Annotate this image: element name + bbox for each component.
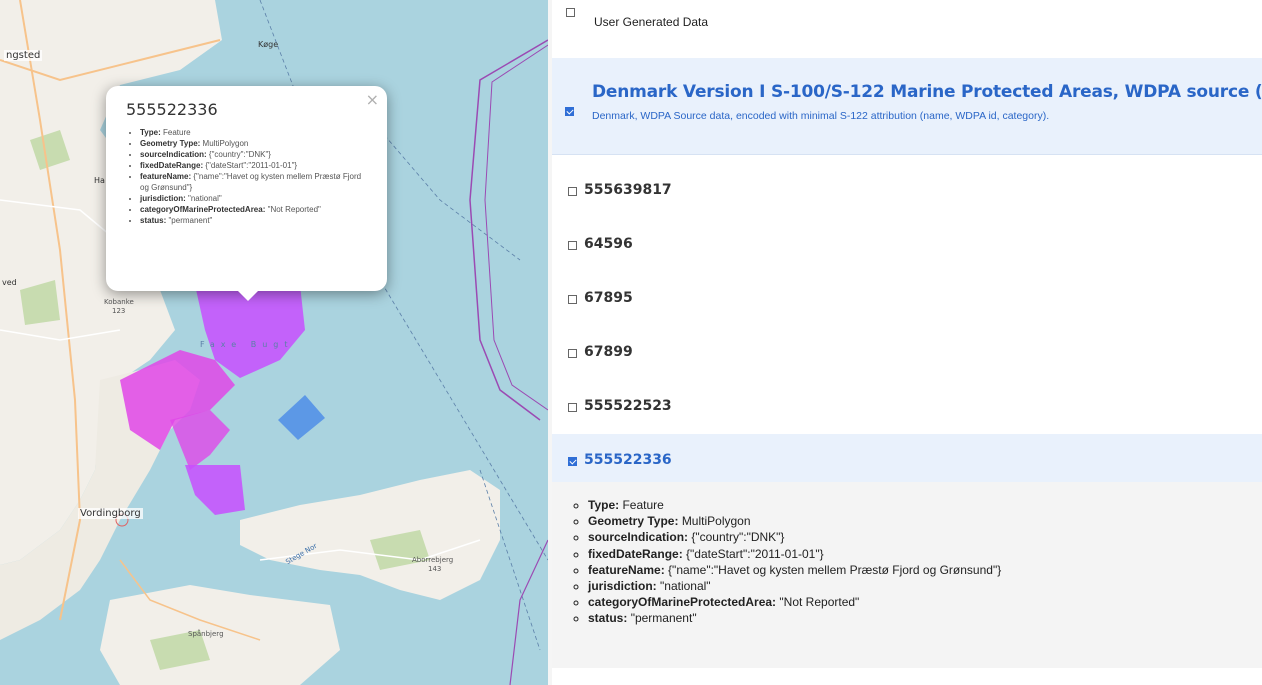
feature-checkbox[interactable] [568, 187, 577, 196]
feature-item[interactable]: 555522523 [552, 380, 1262, 434]
label-kobanke: Kobanke [104, 298, 134, 306]
user-generated-data-checkbox[interactable] [566, 8, 575, 17]
popup-property: categoryOfMarineProtectedArea: "Not Repo… [140, 204, 367, 215]
popup-property-key: fixedDateRange: [140, 161, 204, 170]
land-mon [240, 470, 500, 600]
popup-property-key: categoryOfMarineProtectedArea: [140, 205, 266, 214]
feature-property: sourceIndication: {"country":"DNK"} [588, 529, 1262, 545]
popup-property-value: "national" [188, 194, 222, 203]
feature-property-key: sourceIndication: [588, 530, 689, 545]
popup-property: featureName: {"name":"Havet og kysten me… [140, 171, 367, 193]
feature-property-value: {"dateStart":"2011-01-01"} [686, 546, 824, 561]
feature-item[interactable]: 64596 [552, 218, 1262, 272]
collection-header[interactable]: Denmark Version I S-100/S-122 Marine Pro… [552, 58, 1262, 155]
label-aborrebjerg: Aborrebjerg [412, 556, 454, 564]
feature-property-key: fixedDateRange: [588, 546, 683, 561]
feature-label: 64596 [584, 236, 633, 252]
popup-property: sourceIndication: {"country":"DNK"} [140, 149, 367, 160]
collection-description: Denmark, WDPA Source data, encoded with … [592, 110, 1050, 122]
feature-property-value: {"country":"DNK"} [691, 530, 785, 545]
eez-boundary-2 [484, 44, 548, 411]
feature-item[interactable]: 555639817 [552, 164, 1262, 218]
mpa-polygon-south [170, 410, 230, 470]
feature-property-key: Geometry Type: [588, 514, 679, 529]
feature-property-key: jurisdiction: [588, 579, 657, 594]
close-icon[interactable]: × [366, 90, 379, 109]
label-vordingborg: Vordingborg [78, 508, 143, 519]
feature-property: Type: Feature [588, 497, 1262, 513]
feature-property: fixedDateRange: {"dateStart":"2011-01-01… [588, 546, 1262, 562]
feature-label: 555522336 [584, 452, 672, 468]
feature-label: 555522523 [584, 398, 672, 414]
label-kobanke-height: 123 [112, 307, 126, 315]
feature-popup: × 555522336 Type: Feature Geometry Type:… [106, 86, 387, 301]
popup-property: fixedDateRange: {"dateStart":"2011-01-01… [140, 160, 367, 171]
feature-property-value: "permanent" [630, 611, 697, 626]
feature-property-value: {"name":"Havet og kysten mellem Præstø F… [668, 562, 1002, 577]
popup-property: Geometry Type: MultiPolygon [140, 138, 367, 149]
feature-checkbox[interactable] [568, 457, 577, 466]
label-spanbjerg: Spånbjerg [188, 630, 224, 638]
popup-property-value: "Not Reported" [267, 205, 321, 214]
feature-property-value: "Not Reported" [779, 595, 860, 610]
popup-property: jurisdiction: "national" [140, 193, 367, 204]
feature-label: 555639817 [584, 182, 672, 198]
feature-property: categoryOfMarineProtectedArea: "Not Repo… [588, 594, 1262, 610]
popup-property-key: featureName: [140, 172, 192, 181]
feature-checkbox[interactable] [568, 403, 577, 412]
label-ringsted: ngsted [4, 50, 43, 61]
label-aborrebjerg-height: 143 [428, 565, 442, 573]
feature-label: 67899 [584, 344, 633, 360]
feature-property-key: status: [588, 611, 628, 626]
feature-property: status: "permanent" [588, 610, 1262, 626]
label-faxe-bugt: Faxe Bugt [200, 340, 294, 349]
feature-item[interactable]: 67899 [552, 326, 1262, 380]
collection-checkbox[interactable] [565, 107, 574, 116]
feature-label: 67895 [584, 290, 633, 306]
collection-title: Denmark Version I S-100/S-122 Marine Pro… [592, 82, 1262, 102]
feature-checkbox[interactable] [568, 295, 577, 304]
popup-property-key: Geometry Type: [140, 139, 201, 148]
popup-property-key: jurisdiction: [140, 194, 186, 203]
user-generated-data-label: User Generated Data [594, 15, 709, 29]
feature-property-key: featureName: [588, 562, 665, 577]
popup-property-key: Type: [140, 128, 161, 137]
mpa-blue-area [278, 395, 325, 440]
popup-property-value: "permanent" [168, 216, 213, 225]
mpa-polygon-selected [185, 465, 245, 515]
feature-property-value: Feature [622, 498, 664, 512]
feature-property: jurisdiction: "national" [588, 578, 1262, 594]
feature-checkbox[interactable] [568, 349, 577, 358]
feature-checkbox[interactable] [568, 241, 577, 250]
popup-property-value: {"country":"DNK"} [208, 150, 271, 159]
feature-list: 555639817 64596 67895 67899 555522523 55… [552, 164, 1262, 486]
popup-property-key: sourceIndication: [140, 150, 207, 159]
shipping-lane-2 [379, 129, 521, 261]
feature-property-key: Type: [588, 498, 620, 512]
popup-property-list: Type: Feature Geometry Type: MultiPolygo… [126, 127, 367, 226]
feature-item[interactable]: 67895 [552, 272, 1262, 326]
popup-property-value: Feature [162, 128, 191, 137]
popup-property-key: status: [140, 216, 167, 225]
map-view[interactable]: Køge ngsted Ha ved Kobanke 123 Faxe Bugt… [0, 0, 548, 685]
feature-property-key: categoryOfMarineProtectedArea: [588, 595, 777, 610]
popup-property: Type: Feature [140, 127, 367, 138]
popup-property: status: "permanent" [140, 215, 367, 226]
label-ved: ved [2, 278, 17, 287]
feature-item-selected[interactable]: 555522336 [552, 434, 1262, 486]
popup-property-value: {"dateStart":"2011-01-01"} [205, 161, 298, 170]
label-ha: Ha [94, 176, 105, 185]
feature-details: Type: Feature Geometry Type: MultiPolygo… [552, 482, 1262, 668]
feature-property: featureName: {"name":"Havet og kysten me… [588, 562, 1262, 578]
label-koge: Køge [258, 40, 279, 49]
feature-property-list: Type: Feature Geometry Type: MultiPolygo… [552, 482, 1262, 627]
popup-title: 555522336 [126, 100, 218, 119]
eez-boundary-3 [509, 539, 548, 685]
feature-property-value: MultiPolygon [681, 514, 751, 529]
feature-property-value: "national" [660, 579, 711, 594]
feature-property: Geometry Type: MultiPolygon [588, 513, 1262, 529]
eez-boundary-1 [469, 39, 548, 421]
popup-property-value: MultiPolygon [202, 139, 249, 148]
